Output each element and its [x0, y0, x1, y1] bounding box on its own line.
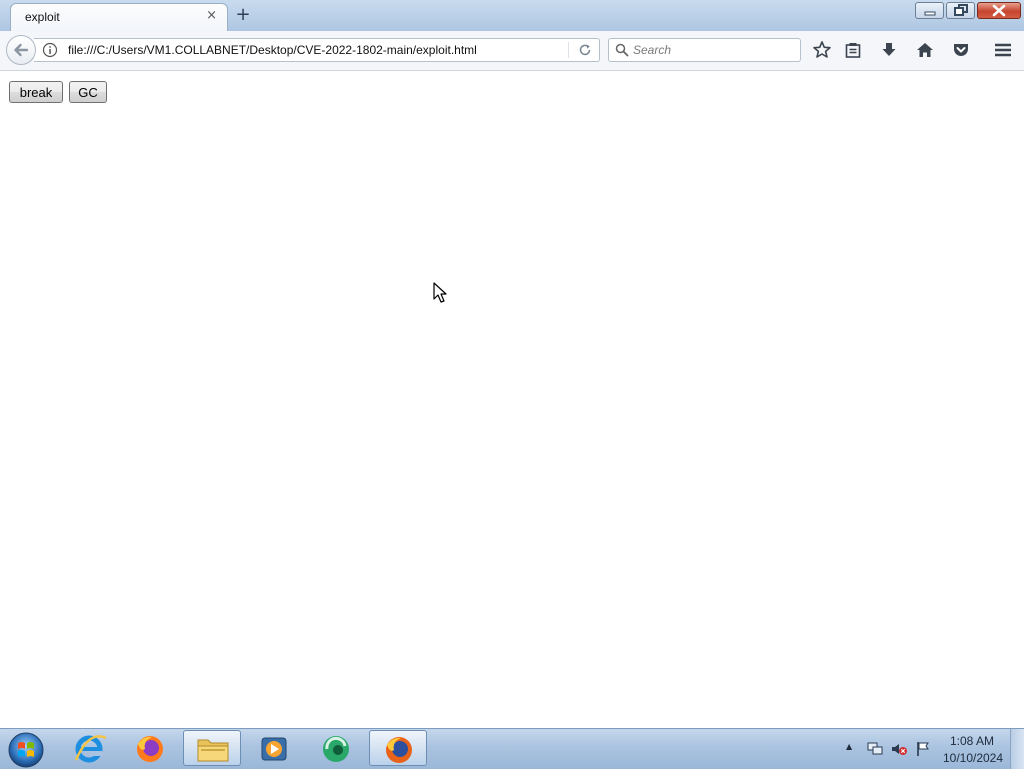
- folder-icon: [197, 739, 229, 762]
- taskbar-firefox-active[interactable]: [369, 730, 427, 766]
- minimize-button[interactable]: [915, 2, 944, 19]
- mouse-cursor-icon: [433, 282, 447, 303]
- volume-muted-icon[interactable]: [890, 741, 908, 757]
- taskbar-firefox[interactable]: [121, 730, 179, 766]
- search-bar[interactable]: [608, 38, 801, 62]
- close-icon: [992, 4, 1006, 17]
- restore-button[interactable]: [946, 2, 975, 19]
- gc-button[interactable]: GC: [69, 81, 107, 103]
- title-bar: exploit × +: [0, 0, 1024, 32]
- back-arrow-icon: [14, 43, 29, 57]
- search-icon: [615, 43, 629, 57]
- close-window-button[interactable]: [977, 2, 1021, 19]
- url-text[interactable]: file:///C:/Users/VM1.COLLABNET/Desktop/C…: [68, 43, 477, 57]
- restore-icon: [954, 4, 968, 16]
- reload-icon[interactable]: [577, 42, 593, 58]
- minimize-icon: [924, 11, 936, 16]
- app-green-circle-icon: [323, 736, 349, 762]
- taskbar-file-explorer[interactable]: [183, 730, 241, 766]
- navigation-toolbar: file:///C:/Users/VM1.COLLABNET/Desktop/C…: [0, 31, 1024, 71]
- action-center-flag-icon[interactable]: [914, 740, 932, 758]
- menu-icon[interactable]: [993, 40, 1013, 60]
- url-bar[interactable]: file:///C:/Users/VM1.COLLABNET/Desktop/C…: [34, 38, 600, 62]
- bookmark-star-icon[interactable]: [812, 40, 832, 60]
- taskbar-media-player[interactable]: [245, 730, 303, 766]
- firefox-icon: [137, 736, 163, 762]
- break-button[interactable]: break: [9, 81, 63, 103]
- page-content: break GC: [0, 71, 1024, 728]
- clock-date[interactable]: 10/10/2024: [940, 751, 1006, 765]
- show-desktop-button[interactable]: [1010, 729, 1024, 769]
- window-controls: [913, 2, 1021, 20]
- taskbar-app[interactable]: [307, 730, 365, 766]
- clock-time[interactable]: 1:08 AM: [944, 734, 1000, 748]
- firefox-icon: [386, 737, 412, 763]
- media-player-icon: [261, 737, 287, 761]
- start-orb-icon[interactable]: [6, 730, 46, 768]
- tab-exploit[interactable]: exploit ×: [10, 3, 228, 32]
- tab-title: exploit: [25, 10, 60, 24]
- pocket-icon[interactable]: [951, 40, 971, 60]
- url-separator: [568, 42, 569, 58]
- network-icon[interactable]: [866, 741, 884, 757]
- new-tab-button[interactable]: +: [234, 4, 252, 26]
- tab-close-icon[interactable]: ×: [206, 8, 217, 23]
- internet-explorer-icon: [74, 735, 107, 763]
- reading-list-icon[interactable]: [843, 40, 863, 60]
- home-icon[interactable]: [915, 40, 935, 60]
- taskbar: ▲ 1:08 AM 10/10/2024: [0, 728, 1024, 769]
- tray-expand-icon[interactable]: ▲: [846, 742, 852, 751]
- search-input[interactable]: [633, 41, 793, 59]
- download-icon[interactable]: [879, 40, 899, 60]
- info-icon[interactable]: [42, 42, 58, 58]
- taskbar-internet-explorer[interactable]: [60, 730, 118, 766]
- back-button[interactable]: [6, 35, 36, 65]
